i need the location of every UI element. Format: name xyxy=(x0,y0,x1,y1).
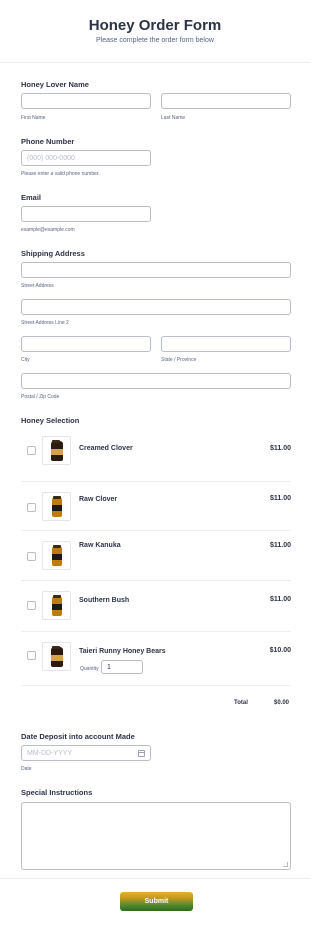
product-name: Raw Clover xyxy=(79,496,118,503)
first-name-input[interactable] xyxy=(21,93,151,109)
product-name: Creamed Clover xyxy=(79,445,133,452)
product-row: Southern Bush $11.00 xyxy=(21,580,291,630)
last-name-sublabel: Last Name xyxy=(161,115,186,121)
special-instructions-textarea[interactable] xyxy=(21,802,291,870)
product-divider xyxy=(21,685,291,686)
honey-bear-icon xyxy=(42,642,71,671)
total-value: $0.00 xyxy=(274,700,290,706)
product-row: Raw Kanuka $11.00 xyxy=(21,530,291,580)
product-checkbox[interactable] xyxy=(27,503,36,512)
street-address-line2-sublabel: Street Address Line 2 xyxy=(21,320,69,326)
phone-placeholder: (000) 000-0000 xyxy=(27,155,75,162)
product-checkbox[interactable] xyxy=(27,651,36,660)
form-subtitle: Please complete the order form below xyxy=(96,37,214,44)
product-price: $10.00 xyxy=(269,647,291,654)
product-row: Raw Clover $11.00 xyxy=(21,481,291,531)
product-name: Taieri Runny Honey Bears xyxy=(79,648,166,655)
total-label: Total xyxy=(234,700,248,706)
street-address-input[interactable] xyxy=(21,262,291,278)
product-checkbox[interactable] xyxy=(27,601,36,610)
phone-label: Phone Number xyxy=(21,137,75,146)
product-price: $11.00 xyxy=(269,495,291,502)
product-row: Taieri Runny Honey Bears $10.00 Quantity… xyxy=(21,631,291,685)
footer-divider xyxy=(0,878,310,879)
honey-jar-icon xyxy=(42,436,71,465)
quantity-label: Quantity xyxy=(80,666,99,672)
product-row: Creamed Clover $11.00 xyxy=(21,425,291,475)
product-price: $11.00 xyxy=(269,542,291,549)
resize-handle-icon[interactable] xyxy=(283,862,288,867)
date-placeholder: MM-DD-YYYY xyxy=(27,750,73,757)
email-input[interactable] xyxy=(21,206,151,222)
phone-input[interactable]: (000) 000-0000 xyxy=(21,150,151,166)
submit-button[interactable]: Submit xyxy=(120,892,193,911)
quantity-input[interactable]: 1 xyxy=(101,660,143,674)
honey-bottle-icon xyxy=(42,541,71,570)
special-instructions-label: Special Instructions xyxy=(21,788,93,797)
city-sublabel: City xyxy=(21,357,30,363)
product-checkbox[interactable] xyxy=(27,446,36,455)
form-header: Honey Order Form Please complete the ord… xyxy=(0,0,310,62)
email-sublabel: example@example.com xyxy=(21,227,75,233)
date-input[interactable]: MM-DD-YYYY xyxy=(21,745,151,761)
form-title: Honey Order Form xyxy=(88,17,222,34)
calendar-icon[interactable] xyxy=(138,750,145,757)
honey-selection-label: Honey Selection xyxy=(21,416,80,425)
postal-code-sublabel: Postal / Zip Code xyxy=(21,394,60,400)
last-name-input[interactable] xyxy=(161,93,291,109)
product-checkbox[interactable] xyxy=(27,552,36,561)
product-name: Raw Kanuka xyxy=(79,542,121,549)
state-input[interactable] xyxy=(161,336,291,352)
name-label: Honey Lover Name xyxy=(21,80,89,89)
honey-bottle-icon xyxy=(42,492,71,521)
product-name: Southern Bush xyxy=(79,597,130,604)
email-label: Email xyxy=(21,193,42,202)
state-sublabel: State / Province xyxy=(161,357,197,363)
shipping-address-label: Shipping Address xyxy=(21,249,85,258)
honey-bottle-icon xyxy=(42,591,71,620)
product-price: $11.00 xyxy=(269,445,291,452)
first-name-sublabel: First Name xyxy=(21,115,46,121)
date-label: Date Deposit into account Made xyxy=(21,732,135,741)
product-price: $11.00 xyxy=(269,596,291,603)
date-sublabel: Date xyxy=(21,766,32,772)
phone-sublabel: Please enter a valid phone number. xyxy=(21,171,100,177)
street-address-line2-input[interactable] xyxy=(21,299,291,315)
header-divider xyxy=(0,62,310,63)
postal-code-input[interactable] xyxy=(21,373,291,389)
street-address-sublabel: Street Address xyxy=(21,283,54,289)
city-input[interactable] xyxy=(21,336,151,352)
